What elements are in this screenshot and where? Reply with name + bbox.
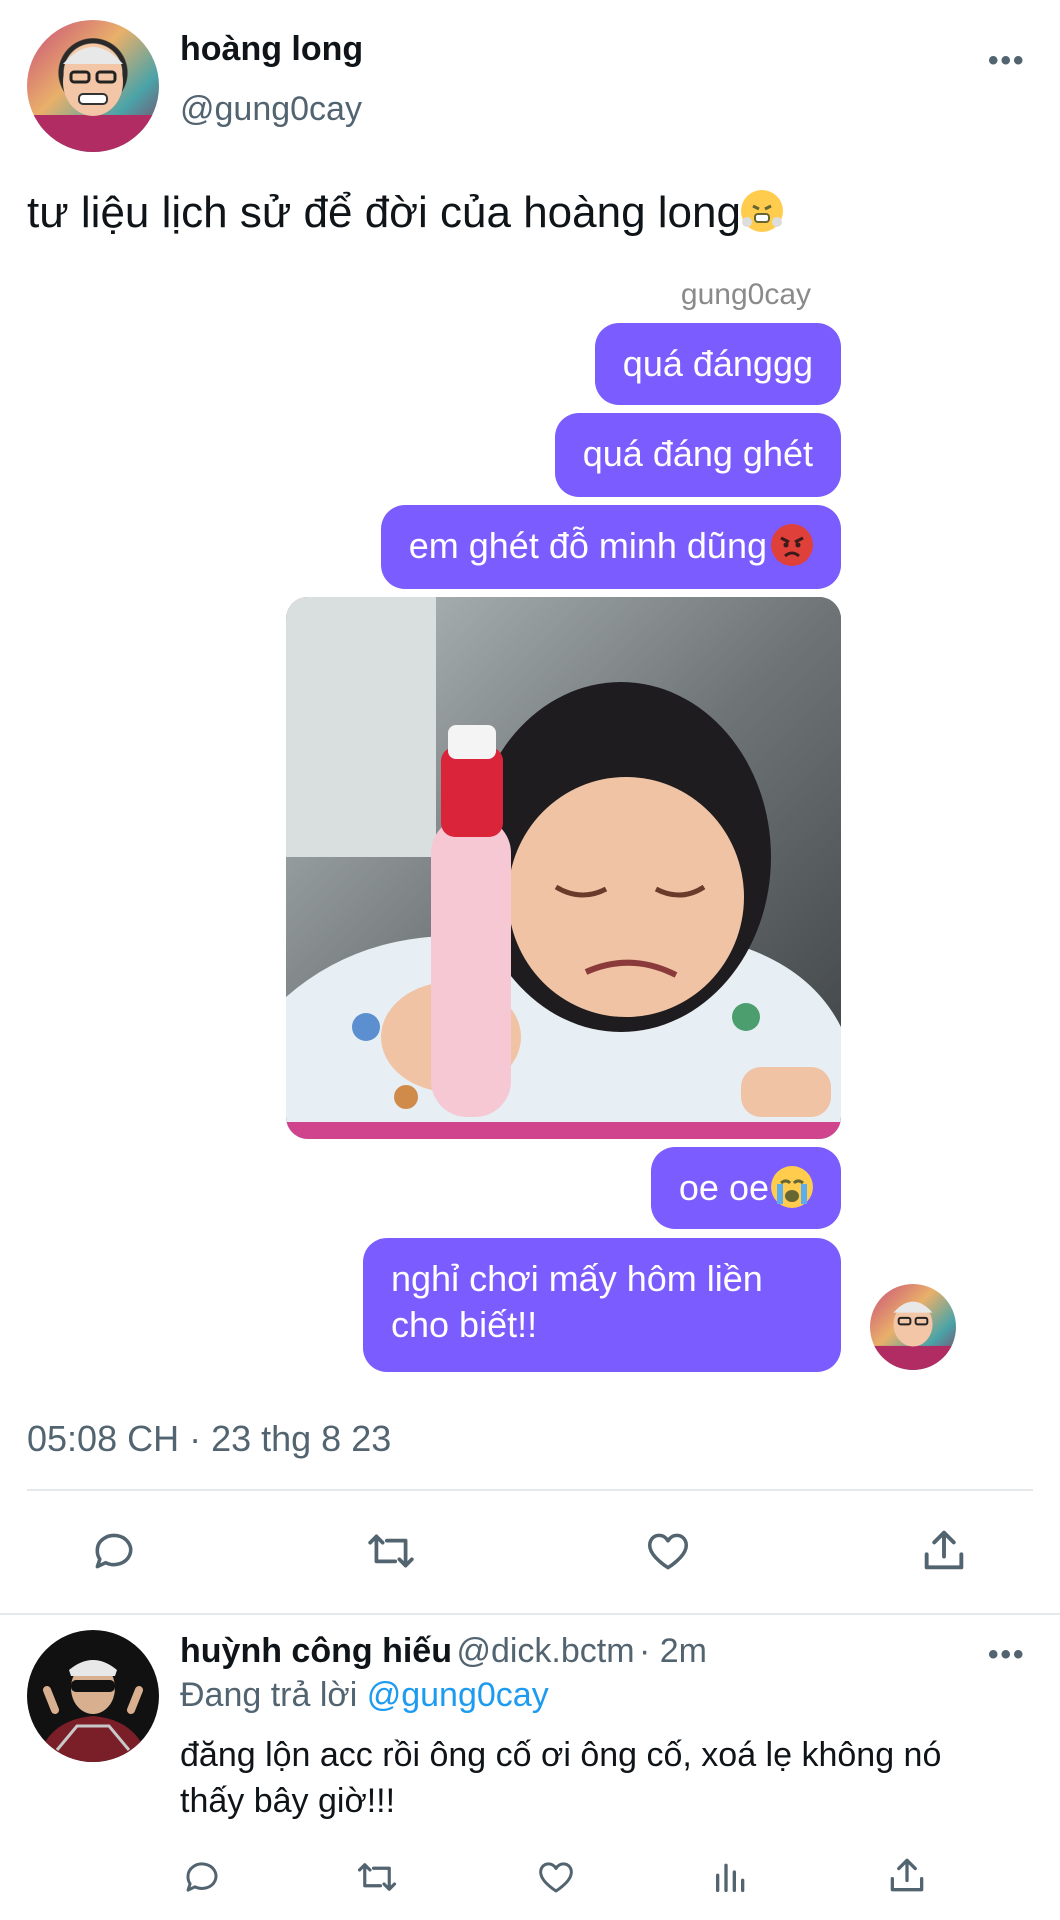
share-icon[interactable] — [885, 1853, 929, 1897]
chat-username: gung0cay — [680, 278, 811, 311]
message-text: oe oe — [678, 1167, 769, 1208]
message-bubble: quá đáng ghét — [554, 413, 841, 497]
tweet-text-content: tư liệu lịch sử để đời của hoàng long — [27, 188, 741, 237]
replying-to-handle[interactable]: @gung0cay — [367, 1676, 549, 1714]
angry-face-emoji — [771, 524, 813, 567]
more-options-icon[interactable]: ••• — [988, 44, 1026, 78]
like-icon[interactable] — [534, 1856, 578, 1898]
like-icon[interactable] — [642, 1526, 694, 1576]
divider — [0, 1613, 1060, 1615]
message-bubble: em ghét đỗ minh dũng — [380, 505, 841, 589]
crying-face-emoji — [771, 1166, 813, 1209]
share-icon[interactable] — [918, 1524, 970, 1576]
reply-author-avatar[interactable] — [27, 1630, 159, 1762]
author-name[interactable]: hoàng long — [180, 30, 363, 69]
retweet-icon[interactable] — [353, 1856, 401, 1898]
replying-to-prefix: Đang trả lời — [180, 1676, 358, 1714]
divider — [27, 1489, 1033, 1491]
face-with-steam-emoji — [740, 190, 783, 233]
message-text: em ghét đỗ minh dũng — [408, 525, 767, 566]
reply-time[interactable]: · 2m — [639, 1632, 707, 1670]
message-text: nghỉ chơi mấy hôm liền cho biết!! — [391, 1258, 763, 1345]
message-bubble: nghỉ chơi mấy hôm liền cho biết!! — [363, 1238, 841, 1372]
reply-author-handle[interactable]: @dick.bctm — [456, 1632, 634, 1670]
crying-child-with-bottle-photo[interactable] — [286, 597, 841, 1139]
reply-more-options-icon[interactable]: ••• — [988, 1638, 1026, 1672]
retweet-icon[interactable] — [363, 1526, 419, 1576]
author-handle[interactable]: @gung0cay — [180, 90, 362, 129]
chat-sender-avatar — [870, 1284, 956, 1370]
reply-icon[interactable] — [89, 1526, 139, 1576]
message-bubble: quá đánggg — [594, 323, 841, 405]
reply-icon[interactable] — [181, 1856, 223, 1898]
tweet-timestamp[interactable]: 05:08 CH · 23 thg 8 23 — [27, 1418, 391, 1460]
author-avatar[interactable] — [27, 20, 159, 152]
views-icon[interactable] — [711, 1856, 751, 1898]
reply-author-name[interactable]: huỳnh công hiếu — [180, 1632, 452, 1670]
replying-to: Đang trả lời @gung0cay — [180, 1676, 549, 1715]
message-text: quá đáng ghét — [582, 433, 813, 474]
message-text: quá đánggg — [622, 343, 813, 384]
reply-text: đăng lộn acc rồi ông cố ơi ông cố, xoá l… — [180, 1736, 942, 1820]
message-bubble: oe oe — [650, 1147, 841, 1229]
tweet-text: tư liệu lịch sử để đời của hoàng long — [27, 188, 783, 238]
reply-header: huỳnh công hiếu @dick.bctm · 2m — [180, 1632, 707, 1671]
